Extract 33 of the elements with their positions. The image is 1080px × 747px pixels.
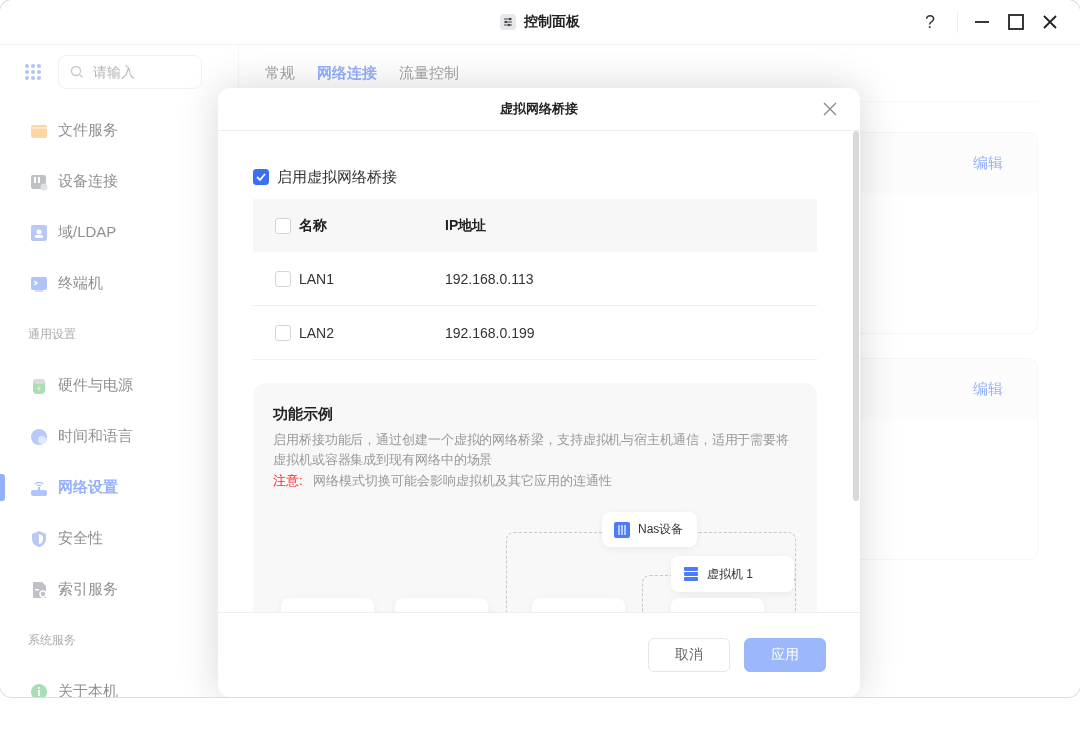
sidebar-item[interactable]: 设备连接 [0,156,238,207]
tab[interactable]: 流量控制 [399,57,459,89]
table-cell: LAN1 [299,270,335,287]
section-label: 系统服务 [27,632,77,649]
edit-link[interactable]: 编辑 [973,153,1003,173]
node-label: 虚拟机 1 [707,565,753,583]
window-title: 控制面板 [524,13,580,31]
checkbox-label: 启用虚拟网络桥接 [277,167,397,187]
sidebar-item[interactable]: 硬件与电源 [0,360,238,411]
column-header: IP地址 [445,216,487,233]
node-label: Nas设备 [638,521,684,538]
sidebar-item[interactable]: 文件服务 [0,105,238,156]
sidebar-item[interactable]: 安全性 [0,513,238,564]
sidebar-item[interactable]: 域/LDAP [0,207,238,258]
section-title: 功能示例 [273,405,334,424]
dialog-title: 虚拟网络桥接 [500,100,578,118]
tab[interactable]: 常规 [265,57,295,89]
table-cell: 192.168.0.113 [445,270,534,287]
note-label: 注意: [273,472,303,490]
sidebar-item[interactable]: 时间和语言 [0,411,238,462]
section-label: 通用设置 [27,326,77,343]
search-field[interactable]: 请输入 [58,55,202,89]
help-button[interactable]: ? [919,11,958,33]
tab[interactable]: 网络连接 [317,57,377,89]
table-cell: LAN2 [299,324,335,341]
sidebar-item[interactable]: 索引服务 [0,564,238,615]
column-header: 名称 [299,216,327,235]
edit-link[interactable]: 编辑 [973,379,1003,399]
sidebar-item[interactable]: 终端机 [0,258,238,309]
cancel-button[interactable]: 取消 [648,638,730,672]
sidebar-item[interactable]: 网络设置 [0,462,238,513]
table-cell: 192.168.0.199 [445,324,535,341]
note-text: 网络模式切换可能会影响虚拟机及其它应用的连通性 [312,472,612,490]
